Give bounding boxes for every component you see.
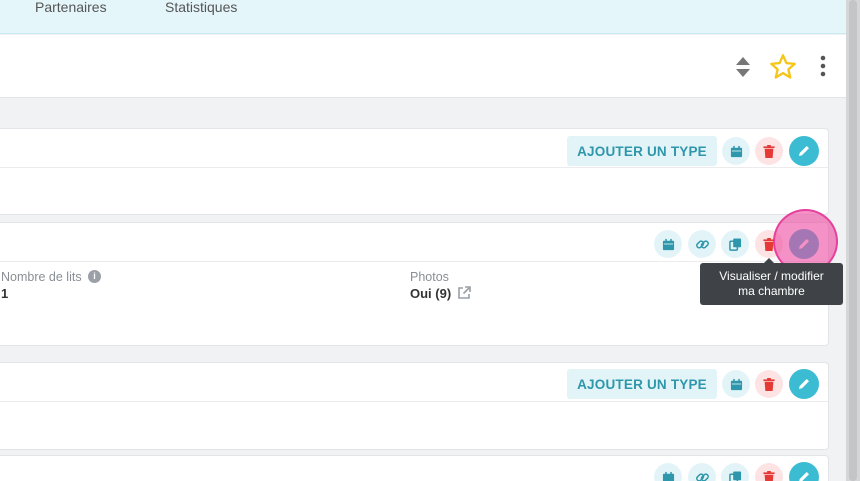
edit-button[interactable] xyxy=(789,369,819,399)
tooltip-text-line2: ma chambre xyxy=(738,284,805,298)
copy-button[interactable] xyxy=(721,463,749,481)
edit-button[interactable] xyxy=(789,462,819,481)
room-type-card: AJOUTER UN TYPE xyxy=(0,362,829,450)
card-header: AJOUTER UN TYPE xyxy=(0,363,828,402)
calendar-button[interactable] xyxy=(654,230,682,258)
delete-button[interactable] xyxy=(755,370,783,398)
scrollbar[interactable] xyxy=(846,0,860,481)
calendar-button[interactable] xyxy=(654,463,682,481)
calendar-button[interactable] xyxy=(722,370,750,398)
link-button[interactable] xyxy=(688,463,716,481)
tooltip-caret xyxy=(764,258,774,263)
card-header: AJOUTER UN TYPE xyxy=(0,129,828,168)
card-header xyxy=(0,223,828,262)
nav-item-statistiques[interactable]: Statistiques xyxy=(165,0,237,14)
beds-label: Nombre de lits xyxy=(1,270,82,284)
delete-button[interactable] xyxy=(755,137,783,165)
nav-item-partenaires[interactable]: Partenaires xyxy=(35,0,107,14)
top-navigation: Partenaires Statistiques xyxy=(0,0,846,34)
link-button[interactable] xyxy=(688,230,716,258)
add-type-button[interactable]: AJOUTER UN TYPE xyxy=(567,369,717,399)
external-link-icon[interactable] xyxy=(457,286,471,305)
beds-value: 1 xyxy=(1,286,9,301)
info-icon[interactable]: i xyxy=(88,270,101,283)
room-type-card: AJOUTER UN TYPE xyxy=(0,128,829,215)
tooltip: Visualiser / modifier ma chambre xyxy=(700,258,843,305)
edit-button[interactable] xyxy=(789,136,819,166)
photos-label: Photos xyxy=(410,270,449,284)
more-vertical-icon[interactable] xyxy=(813,53,833,79)
photos-value[interactable]: Oui (9) xyxy=(410,286,451,301)
sort-icon[interactable] xyxy=(733,55,753,79)
star-icon[interactable] xyxy=(768,52,798,82)
tooltip-text-line1: Visualiser / modifier xyxy=(719,269,824,283)
delete-button[interactable] xyxy=(755,463,783,481)
calendar-button[interactable] xyxy=(722,137,750,165)
room-card xyxy=(0,455,829,481)
copy-button[interactable] xyxy=(721,230,749,258)
page-toolbar xyxy=(0,35,846,98)
scrollbar-thumb[interactable] xyxy=(849,0,857,481)
add-type-button[interactable]: AJOUTER UN TYPE xyxy=(567,136,717,166)
